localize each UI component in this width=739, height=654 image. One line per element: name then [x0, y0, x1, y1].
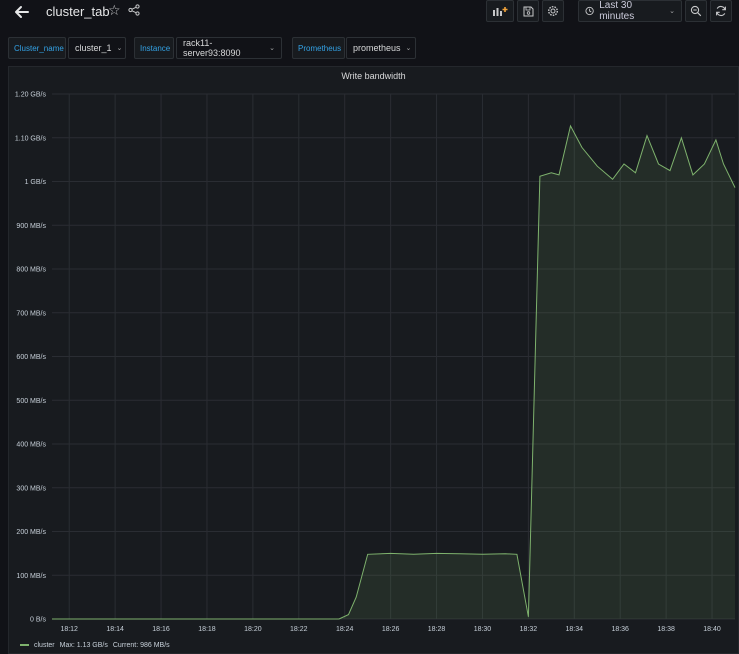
y-tick-label: 1 GB/s	[25, 179, 47, 186]
y-tick-label: 300 MB/s	[16, 485, 46, 492]
y-tick-label: 700 MB/s	[16, 310, 46, 317]
x-tick-label: 18:28	[428, 626, 446, 633]
y-tick-label: 400 MB/s	[16, 442, 46, 449]
x-tick-label: 18:26	[382, 626, 400, 633]
legend-series-name[interactable]: cluster	[34, 642, 55, 649]
x-tick-label: 18:36	[611, 626, 629, 633]
x-tick-label: 18:32	[520, 626, 538, 633]
legend-swatch[interactable]	[20, 644, 29, 646]
x-tick-label: 18:18	[198, 626, 216, 633]
y-tick-label: 100 MB/s	[16, 573, 46, 580]
x-tick-label: 18:34	[566, 626, 584, 633]
x-tick-label: 18:40	[703, 626, 721, 633]
y-axis-ticks: 0 B/s 100 MB/s 200 MB/s 300 MB/s 400 MB/s 500…	[15, 92, 47, 624]
legend-max: Max: 1.13 GB/s	[59, 641, 108, 649]
x-tick-label: 18:30	[474, 626, 492, 633]
x-tick-label: 18:20	[244, 626, 262, 633]
y-tick-label: 800 MB/s	[16, 267, 46, 274]
series-area-cluster	[52, 125, 735, 620]
chart-series	[52, 124, 736, 620]
y-tick-label: 600 MB/s	[16, 354, 46, 361]
y-tick-label: 1.10 GB/s	[15, 135, 47, 142]
chart-legend: cluster Max: 1.13 GB/s Current: 986 MB/s	[20, 639, 170, 651]
y-tick-label: 0 B/s	[30, 617, 46, 624]
y-tick-label: 500 MB/s	[16, 398, 46, 405]
x-tick-label: 18:38	[657, 626, 675, 633]
x-tick-label: 18:24	[336, 626, 354, 633]
y-tick-label: 1.20 GB/s	[15, 92, 47, 99]
x-tick-label: 18:12	[60, 626, 78, 633]
y-tick-label: 200 MB/s	[16, 529, 46, 536]
y-tick-label: 900 MB/s	[16, 223, 46, 230]
write-bandwidth-chart: 0 B/s 100 MB/s 200 MB/s 300 MB/s 400 MB/s 500…	[15, 92, 736, 633]
legend-current: Current: 986 MB/s	[112, 641, 170, 649]
x-tick-label: 18:22	[290, 626, 308, 633]
x-axis-ticks: 18:12 18:14 18:16 18:18 18:20 18:22 18:24 18:26…	[60, 626, 720, 633]
x-tick-label: 18:16	[152, 626, 170, 633]
x-tick-label: 18:14	[106, 626, 124, 633]
